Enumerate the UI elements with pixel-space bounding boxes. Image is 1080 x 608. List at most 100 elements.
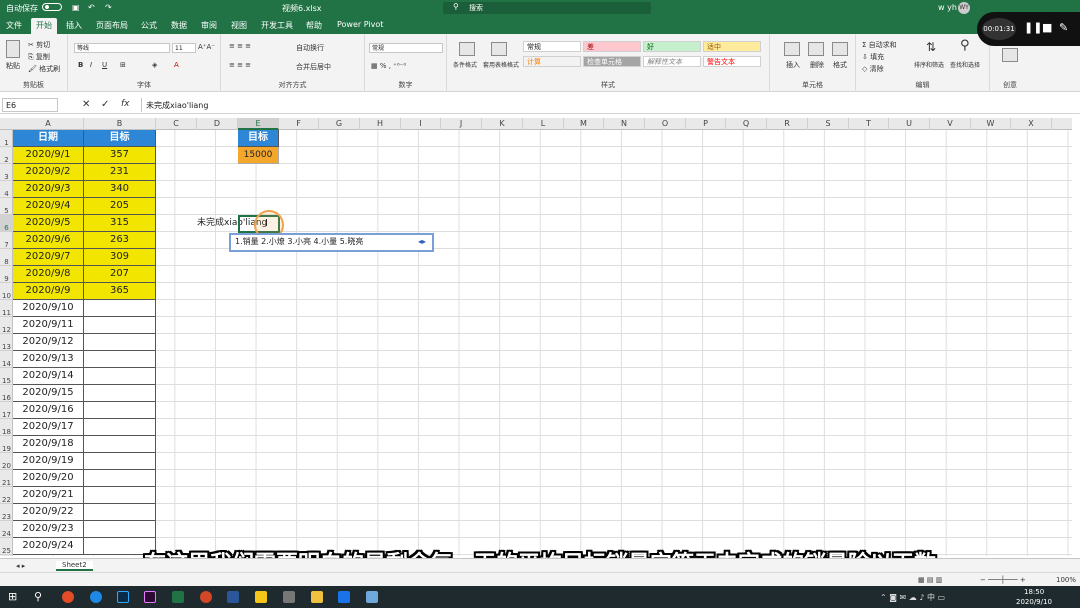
function-icon[interactable]: fx xyxy=(121,99,130,109)
date-cell[interactable]: 2020/9/21 xyxy=(13,487,84,504)
row-header-13[interactable]: 13 xyxy=(0,334,13,351)
app-icon[interactable] xyxy=(283,591,295,603)
tab-home[interactable]: 开始 xyxy=(31,18,57,34)
tab-developer[interactable]: 开发工具 xyxy=(261,20,293,31)
powerpoint-icon[interactable] xyxy=(200,591,212,603)
avatar[interactable]: WY xyxy=(958,2,970,14)
target-cell[interactable]: 205 xyxy=(84,198,156,215)
border-icon[interactable]: ⊞ xyxy=(120,61,126,69)
wrap-text-button[interactable]: 自动换行 xyxy=(296,43,324,53)
column-header-n[interactable]: N xyxy=(604,118,645,130)
column-header-p[interactable]: P xyxy=(686,118,726,130)
column-header-t[interactable]: T xyxy=(849,118,889,130)
row-header-18[interactable]: 18 xyxy=(0,419,13,436)
row-header-19[interactable]: 19 xyxy=(0,436,13,453)
tab-data[interactable]: 数据 xyxy=(171,20,187,31)
row-header-20[interactable]: 20 xyxy=(0,453,13,470)
file-explorer-icon[interactable] xyxy=(255,591,267,603)
row-header-1[interactable]: 1 xyxy=(0,130,13,147)
header-date-cell[interactable]: 日期 xyxy=(13,130,84,147)
header-target-cell[interactable]: 目标 xyxy=(84,130,156,147)
date-cell[interactable]: 2020/9/1 xyxy=(13,147,84,164)
style-normal[interactable]: 常规 xyxy=(523,41,581,52)
word-icon[interactable] xyxy=(227,591,239,603)
insert-cells-button[interactable]: 插入 xyxy=(786,60,800,70)
redo-icon[interactable]: ↷ xyxy=(105,3,112,12)
row-header-12[interactable]: 12 xyxy=(0,317,13,334)
column-header-o[interactable]: O xyxy=(645,118,686,130)
number-format-select[interactable]: 常规 xyxy=(369,43,443,53)
row-header-24[interactable]: 24 xyxy=(0,521,13,538)
column-header-c[interactable]: C xyxy=(156,118,197,130)
date-cell[interactable]: 2020/9/19 xyxy=(13,453,84,470)
sort-filter-button[interactable]: 排序和筛选 xyxy=(914,60,944,69)
pen-app-icon[interactable] xyxy=(366,591,378,603)
target-cell-empty[interactable] xyxy=(84,317,156,334)
table-format-button[interactable]: 套用表格格式 xyxy=(483,60,519,69)
tab-help[interactable]: 帮助 xyxy=(306,20,322,31)
target-cell-empty[interactable] xyxy=(84,470,156,487)
windows-start-icon[interactable]: ⊞ xyxy=(8,590,17,603)
chrome-icon[interactable] xyxy=(62,591,74,603)
zoom-level[interactable]: 100% xyxy=(1056,576,1076,584)
system-tray-icons[interactable]: ⌃ ◙ ✉ ☁ ♪ 中 ▭ xyxy=(880,592,945,603)
target-box-header[interactable]: 目标 xyxy=(238,130,279,147)
conditional-format-button[interactable]: 条件格式 xyxy=(453,60,477,69)
column-header-g[interactable]: G xyxy=(319,118,360,130)
font-color-icon[interactable]: A xyxy=(174,61,179,69)
italic-button[interactable]: I xyxy=(90,61,92,69)
date-cell[interactable]: 2020/9/12 xyxy=(13,334,84,351)
column-header-l[interactable]: L xyxy=(523,118,564,130)
target-cell[interactable]: 340 xyxy=(84,181,156,198)
date-cell[interactable]: 2020/9/16 xyxy=(13,402,84,419)
target-cell-empty[interactable] xyxy=(84,300,156,317)
stop-icon[interactable]: ■ xyxy=(1042,21,1052,34)
target-cell-empty[interactable] xyxy=(84,334,156,351)
target-cell-empty[interactable] xyxy=(84,419,156,436)
date-cell[interactable]: 2020/9/20 xyxy=(13,470,84,487)
create-icon[interactable] xyxy=(1002,48,1018,62)
target-cell[interactable]: 231 xyxy=(84,164,156,181)
column-header-a[interactable]: A xyxy=(13,118,84,130)
column-header-h[interactable]: H xyxy=(360,118,401,130)
folder-icon[interactable] xyxy=(311,591,323,603)
edge-icon[interactable] xyxy=(90,591,102,603)
pen-icon[interactable]: ✎ xyxy=(1059,21,1068,34)
date-cell[interactable]: 2020/9/17 xyxy=(13,419,84,436)
save-icon[interactable]: ▣ xyxy=(72,3,80,12)
column-header-v[interactable]: V xyxy=(930,118,971,130)
row-header-11[interactable]: 11 xyxy=(0,300,13,317)
row-header-21[interactable]: 21 xyxy=(0,470,13,487)
target-cell[interactable]: 357 xyxy=(84,147,156,164)
tab-power-pivot[interactable]: Power Pivot xyxy=(337,20,383,29)
column-header-u[interactable]: U xyxy=(889,118,930,130)
column-header-b[interactable]: B xyxy=(84,118,156,130)
fill-color-icon[interactable]: ◈ xyxy=(152,61,157,69)
date-cell[interactable]: 2020/9/9 xyxy=(13,283,84,300)
row-header-10[interactable]: 10 xyxy=(0,283,13,300)
font-grow-icon[interactable]: A⁺A⁻ xyxy=(198,43,215,51)
delete-cells-button[interactable]: 删除 xyxy=(810,60,824,70)
row-header-4[interactable]: 4 xyxy=(0,181,13,198)
fill-button[interactable]: ⇩ 填充 xyxy=(862,52,884,62)
date-cell[interactable]: 2020/9/5 xyxy=(13,215,84,232)
find-select-icon[interactable]: ⚲ xyxy=(960,38,970,53)
column-header-j[interactable]: J xyxy=(441,118,482,130)
date-cell[interactable]: 2020/9/18 xyxy=(13,436,84,453)
target-cell-empty[interactable] xyxy=(84,453,156,470)
row-header-23[interactable]: 23 xyxy=(0,504,13,521)
target-cell[interactable]: 263 xyxy=(84,232,156,249)
row-header-9[interactable]: 9 xyxy=(0,266,13,283)
column-header-m[interactable]: M xyxy=(564,118,604,130)
sheet-nav-arrows-icon[interactable]: ◂ ▸ xyxy=(16,562,25,570)
target-cell[interactable]: 365 xyxy=(84,283,156,300)
enter-icon[interactable]: ✓ xyxy=(101,99,109,110)
date-cell[interactable]: 2020/9/7 xyxy=(13,249,84,266)
target-box-value[interactable]: 15000 xyxy=(238,147,279,164)
tab-page-layout[interactable]: 页面布局 xyxy=(96,20,128,31)
row-header-3[interactable]: 3 xyxy=(0,164,13,181)
tab-file[interactable]: 文件 xyxy=(6,20,22,31)
view-mode-icons[interactable]: ▦ ▤ ▥ xyxy=(918,576,942,584)
row-header-16[interactable]: 16 xyxy=(0,385,13,402)
search-box[interactable]: ⚲ 搜索 xyxy=(443,2,651,14)
